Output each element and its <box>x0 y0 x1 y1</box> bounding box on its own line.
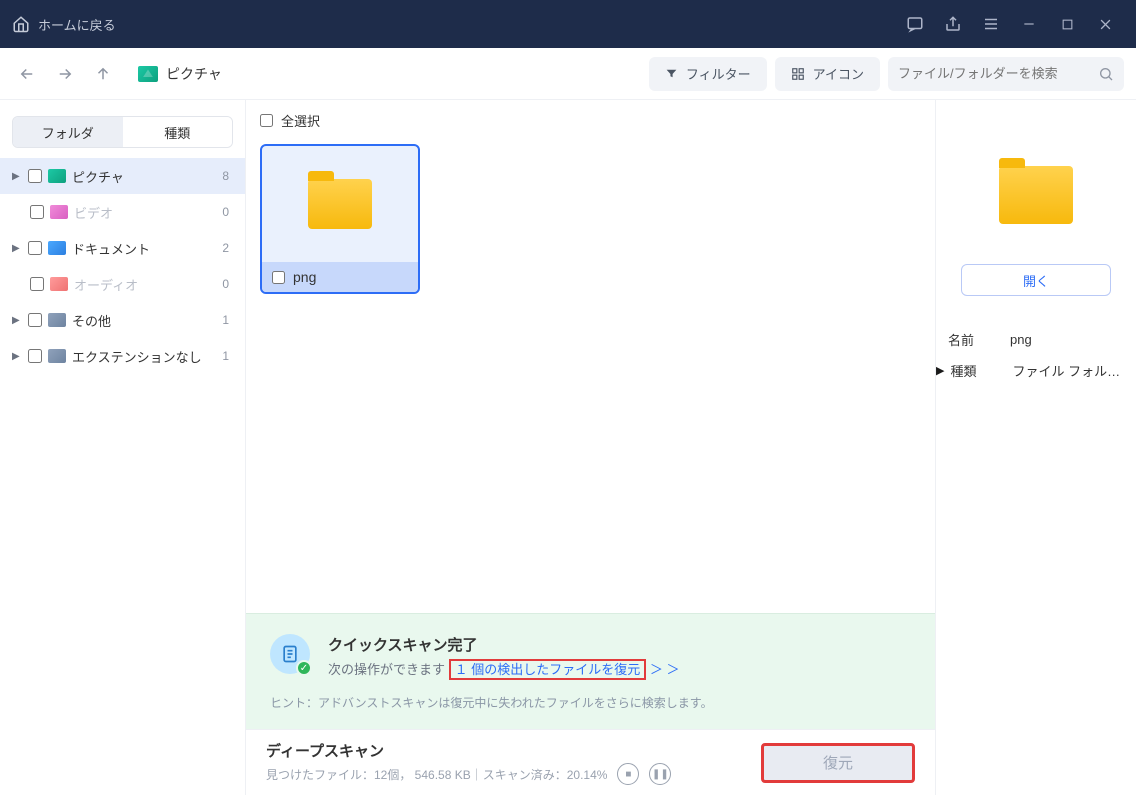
nav-up-button[interactable] <box>88 59 118 89</box>
folder-tree: ▶ ピクチャ 8 ビデオ 0 ▶ ドキュメント 2 <box>0 158 245 795</box>
tree-checkbox[interactable] <box>28 313 42 327</box>
toolbar: ピクチャ フィルター アイコン <box>0 48 1136 100</box>
sidebar: フォルダ 種類 ▶ ピクチャ 8 ビデオ 0 ▶ ドキュメント <box>0 100 246 795</box>
quickscan-subtitle: 次の操作ができます １ 個の検出したファイルを復元 ＞ ＞ <box>328 659 680 678</box>
audio-icon <box>50 277 68 291</box>
titlebar: ホームに戻る <box>0 0 1136 48</box>
deepscan-title: ディープスキャン <box>266 740 761 761</box>
search-icon <box>1098 66 1114 82</box>
deepscan-footer: ディープスキャン 見つけたファイル：12個， 546.58 KB｜スキャン済み：… <box>246 729 935 795</box>
content-header: 全選択 <box>246 100 935 140</box>
view-mode-button[interactable]: アイコン <box>775 57 880 91</box>
caret-icon: ▶ <box>12 351 22 362</box>
minimize-icon[interactable] <box>1010 0 1048 48</box>
scan-complete-icon: ✓ <box>270 634 310 674</box>
nav-forward-button[interactable] <box>50 59 80 89</box>
file-checkbox[interactable] <box>272 271 285 284</box>
breadcrumb-label: ピクチャ <box>166 64 222 84</box>
filter-button[interactable]: フィルター <box>649 57 767 91</box>
open-button[interactable]: 開く <box>961 264 1111 296</box>
caret-icon: ▶ <box>12 171 22 182</box>
tab-folder[interactable]: フォルダ <box>13 117 123 147</box>
select-all-checkbox[interactable] <box>260 114 273 127</box>
details-preview <box>999 166 1073 224</box>
search-box[interactable] <box>888 57 1124 91</box>
tree-checkbox[interactable] <box>28 349 42 363</box>
folder-icon <box>999 166 1073 224</box>
home-button[interactable]: ホームに戻る <box>12 15 116 34</box>
feedback-icon[interactable] <box>896 0 934 48</box>
pictures-icon <box>138 66 158 82</box>
meta-row-type: ▶ 種類 ファイル フォルダー <box>948 355 1124 386</box>
pause-scan-button[interactable]: ❚❚ <box>649 763 671 785</box>
pictures-icon <box>48 169 66 183</box>
search-input[interactable] <box>898 66 1098 81</box>
sidebar-tabs: フォルダ 種類 <box>12 116 233 148</box>
tree-checkbox[interactable] <box>28 169 42 183</box>
home-label: ホームに戻る <box>38 15 116 34</box>
menu-icon[interactable] <box>972 0 1010 48</box>
tree-item-pictures[interactable]: ▶ ピクチャ 8 <box>0 158 245 194</box>
deepscan-stats: 見つけたファイル：12個， 546.58 KB｜スキャン済み：20.14% ■ … <box>266 763 761 785</box>
filter-icon <box>665 67 678 80</box>
close-icon[interactable] <box>1086 0 1124 48</box>
document-icon <box>48 241 66 255</box>
other-icon <box>48 313 66 327</box>
tree-checkbox[interactable] <box>28 241 42 255</box>
tree-checkbox[interactable] <box>30 205 44 219</box>
tree-item-audio[interactable]: オーディオ 0 <box>0 266 245 302</box>
breadcrumb: ピクチャ <box>138 64 222 84</box>
quickscan-panel: ✓ クイックスキャン完了 次の操作ができます １ 個の検出したファイルを復元 ＞… <box>246 613 935 729</box>
quickscan-hint: ヒント：アドバンストスキャンは復元中に失われたファイルをさらに検索します。 <box>270 694 911 711</box>
video-icon <box>50 205 68 219</box>
recover-detected-link[interactable]: １ 個の検出したファイルを復元 <box>449 659 647 680</box>
select-all-label: 全選択 <box>281 111 320 130</box>
details-panel: 開く 名前 png ▶ 種類 ファイル フォルダー <box>936 100 1136 795</box>
maximize-icon[interactable] <box>1048 0 1086 48</box>
details-meta: 名前 png ▶ 種類 ファイル フォルダー <box>948 324 1124 386</box>
share-icon[interactable] <box>934 0 972 48</box>
grid-icon <box>791 67 805 81</box>
tree-item-noext[interactable]: ▶ エクステンションなし 1 <box>0 338 245 374</box>
tree-item-video[interactable]: ビデオ 0 <box>0 194 245 230</box>
meta-row-name: 名前 png <box>948 324 1124 355</box>
recover-button[interactable]: 復元 <box>761 743 915 783</box>
stop-scan-button[interactable]: ■ <box>617 763 639 785</box>
folder-icon <box>308 179 372 229</box>
file-item-png[interactable]: png <box>260 144 420 294</box>
tree-checkbox[interactable] <box>30 277 44 291</box>
tree-item-document[interactable]: ▶ ドキュメント 2 <box>0 230 245 266</box>
file-grid: png <box>246 140 935 613</box>
caret-icon: ▶ <box>12 315 22 326</box>
checkmark-icon: ✓ <box>296 660 312 676</box>
file-thumbnail <box>262 146 418 262</box>
noext-icon <box>48 349 66 363</box>
tab-type[interactable]: 種類 <box>123 117 233 147</box>
caret-icon: ▶ <box>12 243 22 254</box>
quickscan-title: クイックスキャン完了 <box>328 634 680 655</box>
tree-item-other[interactable]: ▶ その他 1 <box>0 302 245 338</box>
file-label: png <box>293 269 316 285</box>
home-icon <box>12 15 30 33</box>
content-area: 全選択 png ✓ クイックスキャン完了 <box>246 100 936 795</box>
nav-back-button[interactable] <box>12 59 42 89</box>
expand-icon[interactable]: ▶ <box>936 364 944 377</box>
